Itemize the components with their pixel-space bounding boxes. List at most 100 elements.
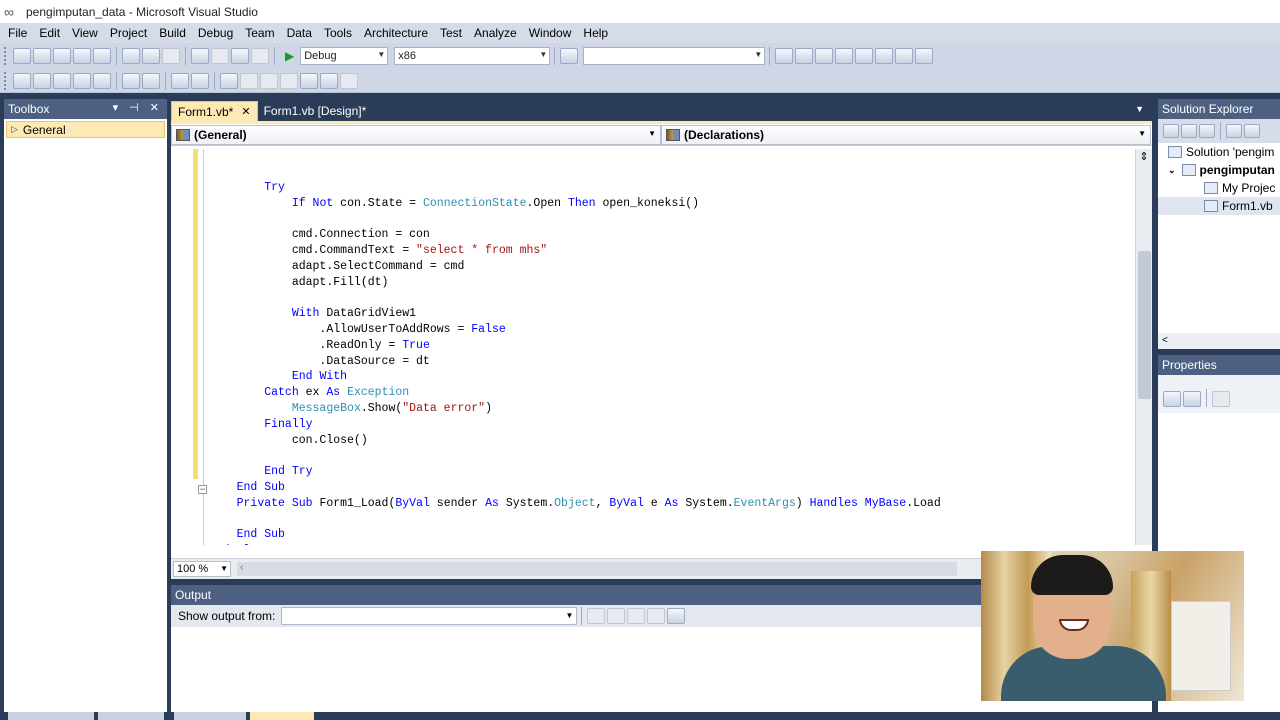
code-line[interactable]: Finally bbox=[209, 417, 941, 433]
tab-output[interactable] bbox=[250, 712, 314, 720]
save-all-icon[interactable] bbox=[93, 48, 111, 64]
view-designer-icon[interactable] bbox=[1244, 124, 1260, 138]
horizontal-scrollbar[interactable]: ‹ bbox=[237, 562, 957, 576]
property-pages-icon[interactable] bbox=[1212, 391, 1230, 407]
view-code-icon[interactable] bbox=[1226, 124, 1242, 138]
object-member-list-icon[interactable] bbox=[13, 72, 31, 89]
toolbar-options-icon[interactable] bbox=[915, 48, 934, 64]
vertical-scrollbar[interactable]: ⇕ bbox=[1135, 149, 1152, 545]
code-line[interactable]: con.Close() bbox=[209, 433, 941, 449]
zoom-select[interactable]: 100 % ▼ bbox=[173, 561, 231, 577]
tree-item-form1-vb[interactable]: Form1.vb bbox=[1158, 197, 1280, 215]
decrease-indent-icon[interactable] bbox=[122, 72, 140, 89]
previous-bookmark-icon[interactable] bbox=[240, 72, 258, 89]
code-line[interactable]: .AllowUserToAddRows = False bbox=[209, 322, 941, 338]
uncomment-lines-icon[interactable] bbox=[191, 72, 209, 89]
code-line[interactable]: With DataGridView1 bbox=[209, 306, 941, 322]
redo-icon[interactable] bbox=[211, 48, 229, 64]
code-line[interactable]: End Class bbox=[209, 543, 941, 545]
tree-item-solution[interactable]: Solution 'pengim bbox=[1158, 143, 1280, 161]
code-line[interactable]: ​ bbox=[209, 448, 941, 464]
menu-item-file[interactable]: File bbox=[2, 23, 33, 43]
solution-platform-select[interactable]: x86 ▼ bbox=[394, 47, 551, 65]
code-line[interactable]: cmd.CommandText = "select * from mhs" bbox=[209, 243, 941, 259]
complete-word-icon[interactable] bbox=[73, 72, 91, 89]
menu-item-test[interactable]: Test bbox=[434, 23, 468, 43]
type-select[interactable]: (General) ▼ bbox=[171, 125, 661, 145]
code-line[interactable]: adapt.SelectCommand = cmd bbox=[209, 259, 941, 275]
solution-configuration-select[interactable]: Debug ▼ bbox=[300, 47, 389, 65]
horizontal-scrollbar[interactable]: < bbox=[1158, 333, 1280, 349]
menu-item-tools[interactable]: Tools bbox=[318, 23, 358, 43]
code-line[interactable]: .ReadOnly = True bbox=[209, 338, 941, 354]
new-project-icon[interactable] bbox=[13, 48, 31, 64]
code-line[interactable]: MessageBox.Show("Data error") bbox=[209, 401, 941, 417]
refresh-icon[interactable] bbox=[1199, 124, 1215, 138]
navigate-forward-icon[interactable] bbox=[251, 48, 269, 64]
menu-item-project[interactable]: Project bbox=[104, 23, 153, 43]
paste-icon[interactable] bbox=[162, 48, 180, 64]
properties-icon[interactable] bbox=[1163, 124, 1179, 138]
display-word-icon[interactable] bbox=[93, 72, 111, 89]
scrollbar-thumb[interactable] bbox=[1138, 251, 1151, 399]
code-line[interactable]: ​ bbox=[209, 290, 941, 306]
save-icon[interactable] bbox=[73, 48, 91, 64]
splitter-icon[interactable]: ⇕ bbox=[1136, 149, 1152, 165]
next-message-icon[interactable] bbox=[627, 608, 646, 624]
toggle-bookmark-icon[interactable] bbox=[220, 72, 238, 89]
code-text-area[interactable]: − ​ Try If Not con.State = ConnectionSta… bbox=[171, 149, 1134, 545]
code-line[interactable]: ​ bbox=[209, 164, 941, 180]
tab-toolbox[interactable] bbox=[98, 712, 164, 720]
start-page-icon[interactable] bbox=[875, 48, 894, 64]
code-line[interactable]: Catch ex As Exception bbox=[209, 385, 941, 401]
toolbox-group-general[interactable]: ▷ General bbox=[6, 121, 165, 138]
code-line[interactable]: cmd.Connection = con bbox=[209, 227, 941, 243]
find-message-icon[interactable] bbox=[587, 608, 606, 624]
increase-indent-icon[interactable] bbox=[142, 72, 160, 89]
previous-message-icon[interactable] bbox=[607, 608, 626, 624]
member-select[interactable]: (Declarations) ▼ bbox=[661, 125, 1151, 145]
menu-item-window[interactable]: Window bbox=[523, 23, 578, 43]
show-output-select[interactable]: ▼ bbox=[281, 607, 578, 625]
menu-item-data[interactable]: Data bbox=[281, 23, 318, 43]
add-item-icon[interactable] bbox=[33, 48, 51, 64]
tree-item-project[interactable]: ⌄ pengimputan bbox=[1158, 161, 1280, 179]
toolbar-grip[interactable] bbox=[4, 71, 8, 90]
quick-info-icon[interactable] bbox=[53, 72, 71, 89]
menu-item-debug[interactable]: Debug bbox=[192, 23, 239, 43]
copy-icon[interactable] bbox=[142, 48, 160, 64]
chevron-left-icon[interactable]: < bbox=[1162, 335, 1168, 346]
code-line[interactable]: Try bbox=[209, 180, 941, 196]
code-line[interactable]: If Not con.State = ConnectionState.Open … bbox=[209, 196, 941, 212]
tab-form1-vb[interactable]: Form1.vb* ✕ bbox=[171, 101, 258, 121]
tab-error-list[interactable] bbox=[174, 712, 246, 720]
toolbar-grip[interactable] bbox=[4, 47, 8, 65]
solution-explorer-icon[interactable] bbox=[795, 48, 814, 64]
start-debugging-icon[interactable]: ▶ bbox=[285, 49, 294, 63]
undo-icon[interactable] bbox=[191, 48, 209, 64]
tab-server-explorer[interactable] bbox=[8, 712, 94, 720]
chevron-left-icon[interactable]: ‹ bbox=[240, 562, 243, 573]
previous-bookmark-in-folder-icon[interactable] bbox=[280, 72, 298, 89]
menu-item-analyze[interactable]: Analyze bbox=[468, 23, 523, 43]
tab-form1-design[interactable]: Form1.vb [Design]* bbox=[258, 101, 373, 121]
close-icon[interactable]: ✕ bbox=[241, 105, 250, 118]
code-line[interactable]: End With bbox=[209, 369, 941, 385]
object-browser-icon[interactable] bbox=[835, 48, 854, 64]
toolbar-options-icon[interactable] bbox=[340, 72, 358, 89]
alphabetical-icon[interactable] bbox=[1183, 391, 1201, 407]
menu-item-team[interactable]: Team bbox=[239, 23, 280, 43]
chevron-down-icon[interactable]: ▼ bbox=[1135, 104, 1144, 114]
menu-item-edit[interactable]: Edit bbox=[33, 23, 66, 43]
next-bookmark-in-folder-icon[interactable] bbox=[300, 72, 318, 89]
parameter-info-icon[interactable] bbox=[33, 72, 51, 89]
open-file-icon[interactable] bbox=[53, 48, 71, 64]
chevron-down-icon[interactable]: ⌄ bbox=[1168, 165, 1176, 176]
tree-item-my-project[interactable]: My Projec bbox=[1158, 179, 1280, 197]
cut-icon[interactable] bbox=[122, 48, 140, 64]
code-line[interactable]: ​ bbox=[209, 512, 941, 528]
toggle-word-wrap-icon[interactable] bbox=[667, 608, 686, 624]
menu-item-help[interactable]: Help bbox=[577, 23, 614, 43]
find-symbol-icon[interactable] bbox=[775, 48, 794, 64]
extension-manager-icon[interactable] bbox=[895, 48, 914, 64]
